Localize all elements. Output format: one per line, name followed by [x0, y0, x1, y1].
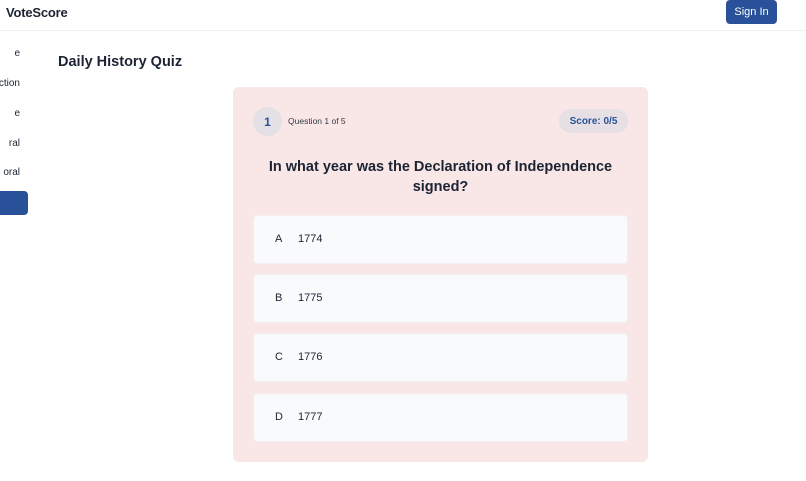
option-letter: C	[275, 351, 283, 363]
sidebar: e ction e ral oral	[0, 31, 40, 481]
question-text: In what year was the Declaration of Inde…	[268, 159, 613, 195]
sidebar-item-5[interactable]: oral	[0, 163, 40, 183]
question-number-badge: 1	[253, 107, 282, 136]
sidebar-item-1[interactable]: e	[0, 44, 40, 64]
answer-option-c[interactable]: C 1776	[253, 333, 628, 382]
sidebar-item-2[interactable]: ction	[0, 74, 40, 94]
answer-option-d[interactable]: D 1777	[253, 393, 628, 442]
answer-option-a[interactable]: A 1774	[253, 215, 628, 264]
page-title: Daily History Quiz	[58, 54, 183, 70]
quiz-card: 1 Question 1 of 5 Score: 0/5 In what yea…	[233, 87, 648, 462]
option-answer: 1774	[298, 233, 323, 245]
sign-in-button[interactable]: Sign In	[726, 0, 777, 24]
option-letter: A	[275, 233, 283, 245]
score-badge: Score: 0/5	[559, 109, 628, 133]
top-navigation-bar: VoteScore Sign In	[0, 0, 806, 31]
answer-option-b[interactable]: B 1775	[253, 274, 628, 323]
option-answer: 1776	[298, 351, 323, 363]
sidebar-item-4[interactable]: ral	[0, 134, 40, 154]
option-letter: D	[275, 411, 283, 423]
sidebar-item-active[interactable]	[0, 191, 28, 215]
option-answer: 1775	[298, 292, 323, 304]
option-letter: B	[275, 292, 283, 304]
sidebar-item-3[interactable]: e	[0, 104, 40, 124]
option-answer: 1777	[298, 411, 323, 423]
question-progress: Question 1 of 5	[288, 116, 346, 126]
brand-logo[interactable]: VoteScore	[6, 5, 68, 20]
